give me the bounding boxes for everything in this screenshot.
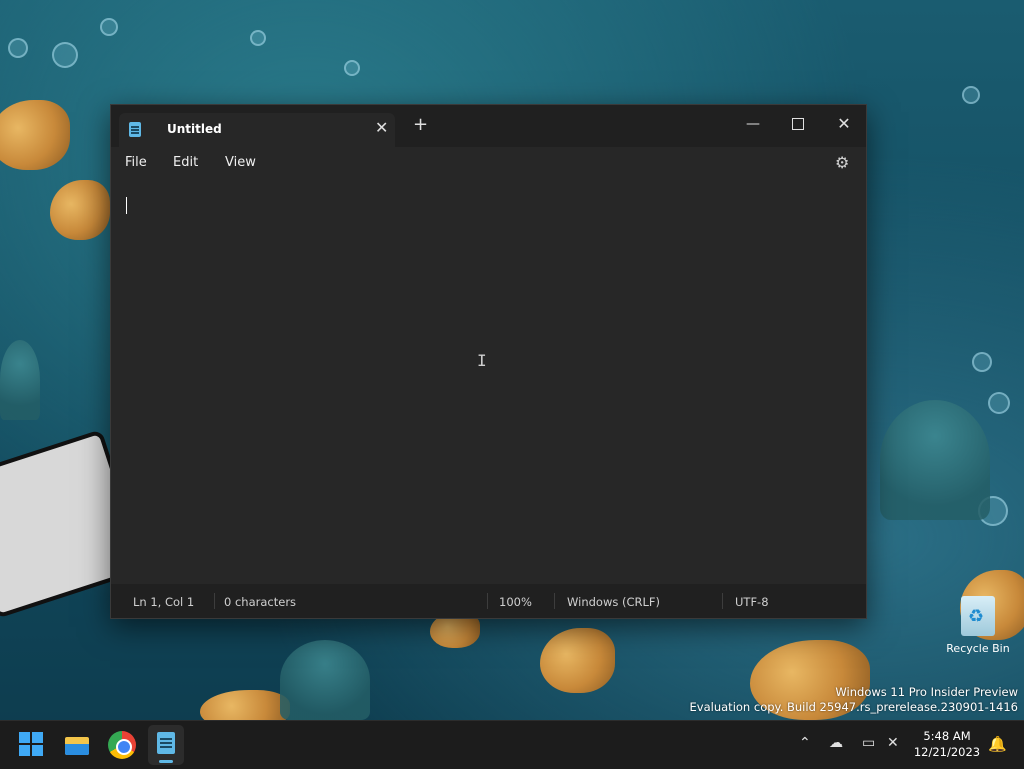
recycle-bin-icon: ♻ bbox=[961, 596, 995, 636]
recycle-bin-label: Recycle Bin bbox=[946, 642, 1010, 655]
notepad-icon bbox=[157, 732, 175, 754]
system-clock[interactable]: 5:48 AM 12/21/2023 bbox=[912, 728, 982, 760]
status-cursor-position: Ln 1, Col 1 bbox=[133, 595, 195, 609]
ibeam-cursor-icon: I bbox=[477, 351, 487, 370]
fish-decoration bbox=[50, 180, 110, 240]
coral-decoration bbox=[880, 400, 990, 520]
menu-bar: File Edit View ⚙ bbox=[111, 147, 866, 179]
notepad-taskbar-icon[interactable] bbox=[148, 725, 184, 765]
clock-time: 5:48 AM bbox=[923, 729, 971, 743]
status-divider bbox=[722, 593, 723, 609]
bubble-decoration bbox=[988, 392, 1010, 414]
bubble-decoration bbox=[8, 38, 28, 58]
status-bar: Ln 1, Col 1 0 characters 100% Windows (C… bbox=[111, 584, 866, 618]
status-zoom[interactable]: 100% bbox=[499, 595, 532, 609]
coral-decoration bbox=[280, 640, 370, 720]
maximize-icon bbox=[792, 118, 804, 130]
fish-decoration bbox=[0, 100, 70, 170]
network-disconnected-icon[interactable]: ☁ bbox=[829, 735, 843, 751]
maximize-button[interactable] bbox=[778, 111, 818, 137]
menu-view[interactable]: View bbox=[225, 155, 256, 170]
watermark-line-2: Evaluation copy. Build 25947.rs_prerelea… bbox=[689, 700, 1018, 714]
watermark-line-1: Windows 11 Pro Insider Preview bbox=[835, 685, 1018, 699]
bubble-decoration bbox=[962, 86, 980, 104]
close-button[interactable]: ✕ bbox=[824, 111, 864, 137]
tab-title: Untitled bbox=[167, 122, 222, 136]
volume-muted-icon[interactable]: ✕ bbox=[887, 735, 899, 751]
tab-close-button[interactable]: ✕ bbox=[375, 118, 388, 137]
new-tab-button[interactable]: + bbox=[413, 116, 428, 134]
notifications-bell-icon[interactable]: 🔔 bbox=[988, 735, 1007, 753]
bubble-decoration bbox=[972, 352, 992, 372]
notepad-icon bbox=[129, 122, 141, 137]
status-divider bbox=[554, 593, 555, 609]
clock-date: 12/21/2023 bbox=[913, 745, 981, 759]
show-hidden-icons-chevron-icon[interactable]: ⌃ bbox=[799, 735, 811, 751]
menu-file[interactable]: File bbox=[125, 155, 147, 170]
bubble-decoration bbox=[100, 18, 118, 36]
notepad-window[interactable]: Untitled ✕ + — ✕ File Edit View ⚙ I Ln 1… bbox=[110, 104, 867, 619]
status-line-ending[interactable]: Windows (CRLF) bbox=[567, 595, 660, 609]
status-character-count: 0 characters bbox=[224, 595, 297, 609]
fish-decoration bbox=[540, 628, 615, 693]
bubble-decoration bbox=[344, 60, 360, 76]
display-icon[interactable]: ▭ bbox=[862, 735, 875, 751]
tab-untitled[interactable]: Untitled ✕ bbox=[119, 113, 395, 147]
text-caret bbox=[126, 197, 127, 214]
status-encoding[interactable]: UTF-8 bbox=[735, 595, 769, 609]
status-divider bbox=[487, 593, 488, 609]
file-explorer-icon[interactable] bbox=[63, 731, 91, 759]
bubble-decoration bbox=[250, 30, 266, 46]
coral-decoration bbox=[0, 340, 40, 420]
active-app-indicator bbox=[159, 760, 173, 763]
settings-gear-icon[interactable]: ⚙ bbox=[835, 153, 849, 172]
evaluation-watermark: Windows 11 Pro Insider Preview Evaluatio… bbox=[690, 685, 1018, 715]
title-bar[interactable]: Untitled ✕ + — ✕ bbox=[111, 105, 866, 147]
chrome-icon[interactable] bbox=[108, 731, 136, 759]
recycle-bin-shortcut[interactable]: ♻ Recycle Bin bbox=[940, 596, 1016, 655]
taskbar: ⌃ ☁ ▭ ✕ 5:48 AM 12/21/2023 🔔 bbox=[0, 720, 1024, 769]
start-button-windows-icon[interactable] bbox=[18, 731, 46, 759]
recycle-symbol-icon: ♻ bbox=[968, 606, 985, 627]
bubble-decoration bbox=[52, 42, 78, 68]
text-editor-area[interactable]: I bbox=[111, 179, 866, 584]
minimize-button[interactable]: — bbox=[733, 111, 773, 137]
status-divider bbox=[214, 593, 215, 609]
menu-edit[interactable]: Edit bbox=[173, 155, 198, 170]
